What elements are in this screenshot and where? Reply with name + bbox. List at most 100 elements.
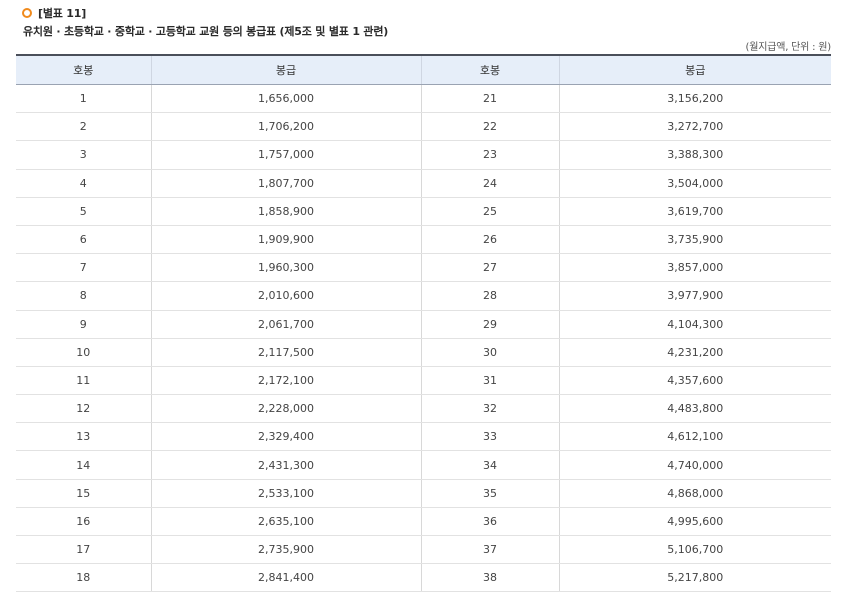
pay-cell: 2,841,400 [150,563,421,593]
table-row: 3 1,757,000 23 3,388,300 [16,140,831,170]
pay-cell: 1,807,700 [150,169,421,198]
grade-cell: 37 [420,535,559,565]
table-row: 2 1,706,200 22 3,272,700 [16,112,831,142]
grade-cell: 28 [420,281,559,311]
table-row: 10 2,117,500 30 4,231,200 [16,338,831,367]
grade-cell: 6 [16,225,151,255]
grade-cell: 32 [420,394,559,424]
table-row: 16 2,635,100 36 4,995,600 [16,507,831,537]
pay-cell: 3,619,700 [558,197,831,226]
pay-cell: 3,156,200 [558,84,831,114]
grade-cell: 9 [16,310,151,339]
pay-cell: 2,329,400 [150,422,421,452]
grade-cell: 4 [16,169,151,198]
table-row: 9 2,061,700 29 4,104,300 [16,310,831,339]
header-grade-left: 호봉 [16,54,151,85]
grade-cell: 14 [16,450,151,480]
pay-cell: 4,740,000 [558,450,831,480]
grade-cell: 34 [420,450,559,480]
grade-cell: 38 [420,563,559,593]
table-row: 17 2,735,900 37 5,106,700 [16,535,831,565]
grade-cell: 12 [16,394,151,424]
grade-cell: 26 [420,225,559,255]
grade-cell: 16 [16,507,151,537]
grade-cell: 36 [420,507,559,537]
pay-cell: 2,010,600 [150,281,421,311]
pay-cell: 4,231,200 [558,338,831,367]
table-row: 8 2,010,600 28 3,977,900 [16,281,831,311]
grade-cell: 23 [420,140,559,170]
header-grade-right: 호봉 [420,54,559,85]
grade-cell: 11 [16,366,151,396]
table-title: 유치원 · 초등학교 · 중학교 · 고등학교 교원 등의 봉급표 (제5조 및… [23,25,389,38]
pay-cell: 4,483,800 [558,394,831,424]
grade-cell: 29 [420,310,559,339]
pay-cell: 5,217,800 [558,563,831,593]
pay-cell: 3,977,900 [558,281,831,311]
pay-cell: 4,995,600 [558,507,831,537]
table-row: 11 2,172,100 31 4,357,600 [16,366,831,396]
grade-cell: 3 [16,140,151,170]
grade-cell: 21 [420,84,559,114]
pay-cell: 1,858,900 [150,197,421,226]
pay-cell: 1,909,900 [150,225,421,255]
grade-cell: 1 [16,84,151,114]
table-row: 6 1,909,900 26 3,735,900 [16,225,831,255]
grade-cell: 2 [16,112,151,142]
pay-cell: 4,357,600 [558,366,831,396]
pay-cell: 2,533,100 [150,479,421,508]
pay-cell: 3,857,000 [558,253,831,283]
pay-cell: 2,228,000 [150,394,421,424]
pay-cell: 3,504,000 [558,169,831,198]
orange-ring-icon [22,8,32,18]
appendix-label: [별표 11] [38,7,87,20]
grade-cell: 17 [16,535,151,565]
grade-cell: 22 [420,112,559,142]
grade-cell: 10 [16,338,151,367]
table-row: 14 2,431,300 34 4,740,000 [16,450,831,480]
table-row: 13 2,329,400 33 4,612,100 [16,422,831,452]
table-row: 1 1,656,000 21 3,156,200 [16,84,831,114]
table-row: 18 2,841,400 38 5,217,800 [16,563,831,593]
pay-cell: 2,635,100 [150,507,421,537]
header-pay-left: 봉급 [150,54,421,85]
pay-cell: 2,431,300 [150,450,421,480]
table-row: 7 1,960,300 27 3,857,000 [16,253,831,283]
grade-cell: 13 [16,422,151,452]
header-pay-right: 봉급 [558,54,831,85]
grade-cell: 27 [420,253,559,283]
appendix-label-row: [별표 11] [22,6,842,20]
grade-cell: 35 [420,479,559,508]
table-row: 12 2,228,000 32 4,483,800 [16,394,831,424]
pay-cell: 2,172,100 [150,366,421,396]
table-body: 1 1,656,000 21 3,156,200 2 1,706,200 22 3,272,7… [16,84,831,593]
grade-cell: 18 [16,563,151,593]
grade-cell: 33 [420,422,559,452]
salary-table: 호봉 봉급 호봉 봉급 1 1,656,000 21 3,156,200 2 1,706,… [16,54,831,593]
grade-cell: 15 [16,479,151,508]
table-row: 4 1,807,700 24 3,504,000 [16,169,831,198]
pay-cell: 1,706,200 [150,112,421,142]
pay-cell: 1,656,000 [150,84,421,114]
pay-cell: 4,104,300 [558,310,831,339]
grade-cell: 5 [16,197,151,226]
unit-note: (월지급액, 단위 : 원) [745,42,832,53]
pay-cell: 4,868,000 [558,479,831,508]
grade-cell: 7 [16,253,151,283]
grade-cell: 31 [420,366,559,396]
document-header: [별표 11] 유치원 · 초등학교 · 중학교 · 고등학교 교원 등의 봉급… [22,6,842,39]
pay-cell: 4,612,100 [558,422,831,452]
table-header-row: 호봉 봉급 호봉 봉급 [16,54,831,85]
pay-cell: 3,272,700 [558,112,831,142]
table-row: 5 1,858,900 25 3,619,700 [16,197,831,226]
grade-cell: 25 [420,197,559,226]
pay-cell: 1,757,000 [150,140,421,170]
pay-cell: 2,117,500 [150,338,421,367]
grade-cell: 30 [420,338,559,367]
pay-cell: 2,061,700 [150,310,421,339]
pay-cell: 1,960,300 [150,253,421,283]
grade-cell: 8 [16,281,151,311]
grade-cell: 24 [420,169,559,198]
pay-cell: 5,106,700 [558,535,831,565]
pay-cell: 2,735,900 [150,535,421,565]
